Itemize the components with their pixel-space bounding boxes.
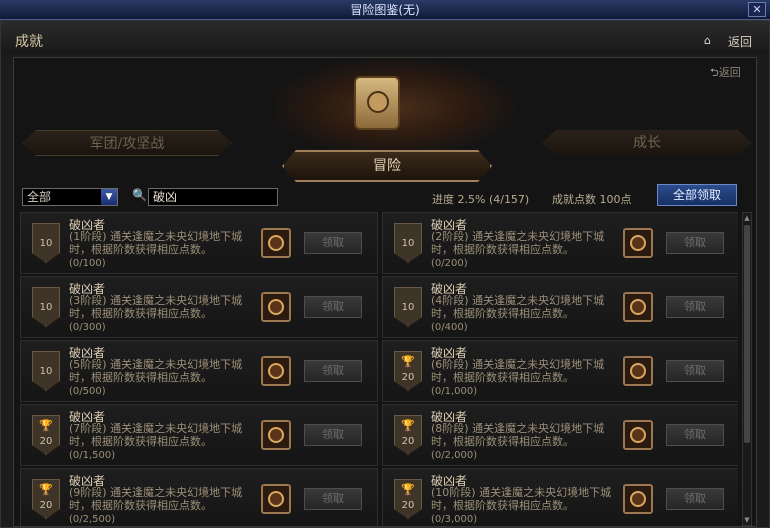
main-panel: ⮌返回 军团/攻坚战 成长 冒险 全部 ▼ 🔍 破凶 进度 2.5% (4/157… xyxy=(13,57,757,527)
achievement-desc: (6阶段) 通关逢魔之未央幻境地下城时，根据阶数获得相应点数。 xyxy=(431,358,605,384)
reward-medal-icon[interactable] xyxy=(623,228,653,258)
achievement-desc: (8阶段) 通关逢魔之未央幻境地下城时，根据阶数获得相应点数。 xyxy=(431,422,605,448)
panel-back-button[interactable]: ⮌返回 xyxy=(710,64,741,83)
achievement-card: 10 破凶者 (5阶段) 通关逢魔之未央幻境地下城时，根据阶数获得相应点数。 (0/5… xyxy=(20,340,378,402)
reward-medal-icon[interactable] xyxy=(623,292,653,322)
achievement-progress: (0/200) xyxy=(431,258,468,269)
search-input[interactable]: 破凶 xyxy=(148,188,278,206)
achievement-window: 成就 ⌂ 返回 ⮌返回 军团/攻坚战 成长 冒险 全部 ▼ 🔍 破凶 进度 2.5… xyxy=(0,20,770,528)
scroll-icon xyxy=(354,76,400,130)
achievement-card: 🏆 20 破凶者 (8阶段) 通关逢魔之未央幻境地下城时，根据阶数获得相应点数。 (0/… xyxy=(382,404,738,466)
category-select[interactable]: 全部 ▼ xyxy=(22,188,118,206)
claim-button[interactable]: 领取 xyxy=(304,488,362,510)
window-titlebar: 冒险图鉴(无) ✕ xyxy=(0,0,770,20)
claim-button[interactable]: 领取 xyxy=(304,424,362,446)
window-title: 冒险图鉴(无) xyxy=(350,3,420,17)
points-text: 成就点数 100点 xyxy=(552,193,632,206)
achievement-card: 10 破凶者 (1阶段) 通关逢魔之未央幻境地下城时，根据阶数获得相应点数。 (0/1… xyxy=(20,212,378,274)
scrollbar[interactable]: ▲ ▼ xyxy=(742,212,752,526)
reward-medal-icon[interactable] xyxy=(261,356,291,386)
achievement-progress: (0/300) xyxy=(69,322,106,333)
return-icon: ⮌ xyxy=(710,66,719,79)
search-icon: 🔍 xyxy=(132,188,147,202)
points-badge: 10 xyxy=(32,287,60,327)
points-badge: 10 xyxy=(32,223,60,263)
points-badge: 10 xyxy=(394,287,422,327)
claim-all-button[interactable]: 全部领取 xyxy=(657,184,737,206)
achievement-progress: (0/2,500) xyxy=(69,514,116,525)
reward-medal-icon[interactable] xyxy=(623,484,653,514)
achievement-desc: (2阶段) 通关逢魔之未央幻境地下城时，根据阶数获得相应点数。 xyxy=(431,230,605,256)
header: 成就 ⌂ 返回 xyxy=(1,21,769,55)
points-badge: 10 xyxy=(394,223,422,263)
achievement-progress: (0/3,000) xyxy=(431,514,478,525)
tab-legion[interactable]: 军团/攻坚战 xyxy=(22,130,232,156)
scroll-down-icon[interactable]: ▼ xyxy=(743,515,751,525)
points-badge: 10 xyxy=(32,351,60,391)
achievement-progress: (0/400) xyxy=(431,322,468,333)
achievement-list: 10 破凶者 (1阶段) 通关逢魔之未央幻境地下城时，根据阶数获得相应点数。 (0/1… xyxy=(20,212,738,526)
claim-button[interactable]: 领取 xyxy=(666,232,724,254)
achievement-progress: (0/500) xyxy=(69,386,106,397)
achievement-card: 🏆 20 破凶者 (7阶段) 通关逢魔之未央幻境地下城时，根据阶数获得相应点数。 (0/… xyxy=(20,404,378,466)
points-badge: 🏆 20 xyxy=(394,351,422,391)
achievement-desc: (9阶段) 通关逢魔之未央幻境地下城时，根据阶数获得相应点数。 xyxy=(69,486,243,512)
reward-medal-icon[interactable] xyxy=(261,484,291,514)
reward-medal-icon[interactable] xyxy=(623,420,653,450)
achievement-progress: (0/1,000) xyxy=(431,386,478,397)
trophy-icon: 🏆 xyxy=(39,483,53,496)
scroll-thumb[interactable] xyxy=(744,225,750,443)
reward-medal-icon[interactable] xyxy=(261,228,291,258)
claim-button[interactable]: 领取 xyxy=(666,488,724,510)
achievement-card: 🏆 20 破凶者 (10阶段) 通关逢魔之未央幻境地下城时，根据阶数获得相应点数。 (0… xyxy=(382,468,738,526)
tab-adventure[interactable]: 冒险 xyxy=(282,150,492,182)
achievement-card: 🏆 20 破凶者 (9阶段) 通关逢魔之未央幻境地下城时，根据阶数获得相应点数。 (0/… xyxy=(20,468,378,526)
achievement-desc: (1阶段) 通关逢魔之未央幻境地下城时，根据阶数获得相应点数。 xyxy=(69,230,243,256)
achievement-card: 10 破凶者 (2阶段) 通关逢魔之未央幻境地下城时，根据阶数获得相应点数。 (0/2… xyxy=(382,212,738,274)
achievement-card: 🏆 20 破凶者 (6阶段) 通关逢魔之未央幻境地下城时，根据阶数获得相应点数。 (0/… xyxy=(382,340,738,402)
reward-medal-icon[interactable] xyxy=(261,420,291,450)
points-badge: 🏆 20 xyxy=(32,415,60,455)
achievement-desc: (5阶段) 通关逢魔之未央幻境地下城时，根据阶数获得相应点数。 xyxy=(69,358,243,384)
chevron-down-icon[interactable]: ▼ xyxy=(101,189,117,205)
achievement-progress: (0/2,000) xyxy=(431,450,478,461)
achievement-progress: (0/1,500) xyxy=(69,450,116,461)
points-badge: 🏆 20 xyxy=(32,479,60,519)
achievement-desc: (4阶段) 通关逢魔之未央幻境地下城时，根据阶数获得相应点数。 xyxy=(431,294,605,320)
close-button[interactable]: ✕ xyxy=(748,2,766,17)
trophy-icon: 🏆 xyxy=(39,419,53,432)
trophy-icon: 🏆 xyxy=(401,355,415,368)
points-badge: 🏆 20 xyxy=(394,479,422,519)
scroll-up-icon[interactable]: ▲ xyxy=(743,213,751,223)
reward-medal-icon[interactable] xyxy=(261,292,291,322)
tab-growth[interactable]: 成长 xyxy=(542,130,752,156)
compass-icon xyxy=(367,91,389,113)
claim-button[interactable]: 领取 xyxy=(304,296,362,318)
achievement-progress: (0/100) xyxy=(69,258,106,269)
claim-button[interactable]: 领取 xyxy=(304,360,362,382)
achievement-desc: (7阶段) 通关逢魔之未央幻境地下城时，根据阶数获得相应点数。 xyxy=(69,422,243,448)
claim-button[interactable]: 领取 xyxy=(666,296,724,318)
claim-button[interactable]: 领取 xyxy=(666,424,724,446)
claim-button[interactable]: 领取 xyxy=(304,232,362,254)
home-icon[interactable]: ⌂ xyxy=(704,34,711,47)
achievement-card: 10 破凶者 (3阶段) 通关逢魔之未央幻境地下城时，根据阶数获得相应点数。 (0/3… xyxy=(20,276,378,338)
trophy-icon: 🏆 xyxy=(401,483,415,496)
header-back-button[interactable]: 返回 xyxy=(728,33,752,50)
page-title: 成就 xyxy=(15,34,43,50)
points-badge: 🏆 20 xyxy=(394,415,422,455)
achievement-desc: (3阶段) 通关逢魔之未央幻境地下城时，根据阶数获得相应点数。 xyxy=(69,294,243,320)
claim-button[interactable]: 领取 xyxy=(666,360,724,382)
progress-text: 进度 2.5% (4/157) xyxy=(432,193,530,206)
achievement-card: 10 破凶者 (4阶段) 通关逢魔之未央幻境地下城时，根据阶数获得相应点数。 (0/4… xyxy=(382,276,738,338)
reward-medal-icon[interactable] xyxy=(623,356,653,386)
trophy-icon: 🏆 xyxy=(401,419,415,432)
achievement-desc: (10阶段) 通关逢魔之未央幻境地下城时，根据阶数获得相应点数。 xyxy=(431,486,612,512)
